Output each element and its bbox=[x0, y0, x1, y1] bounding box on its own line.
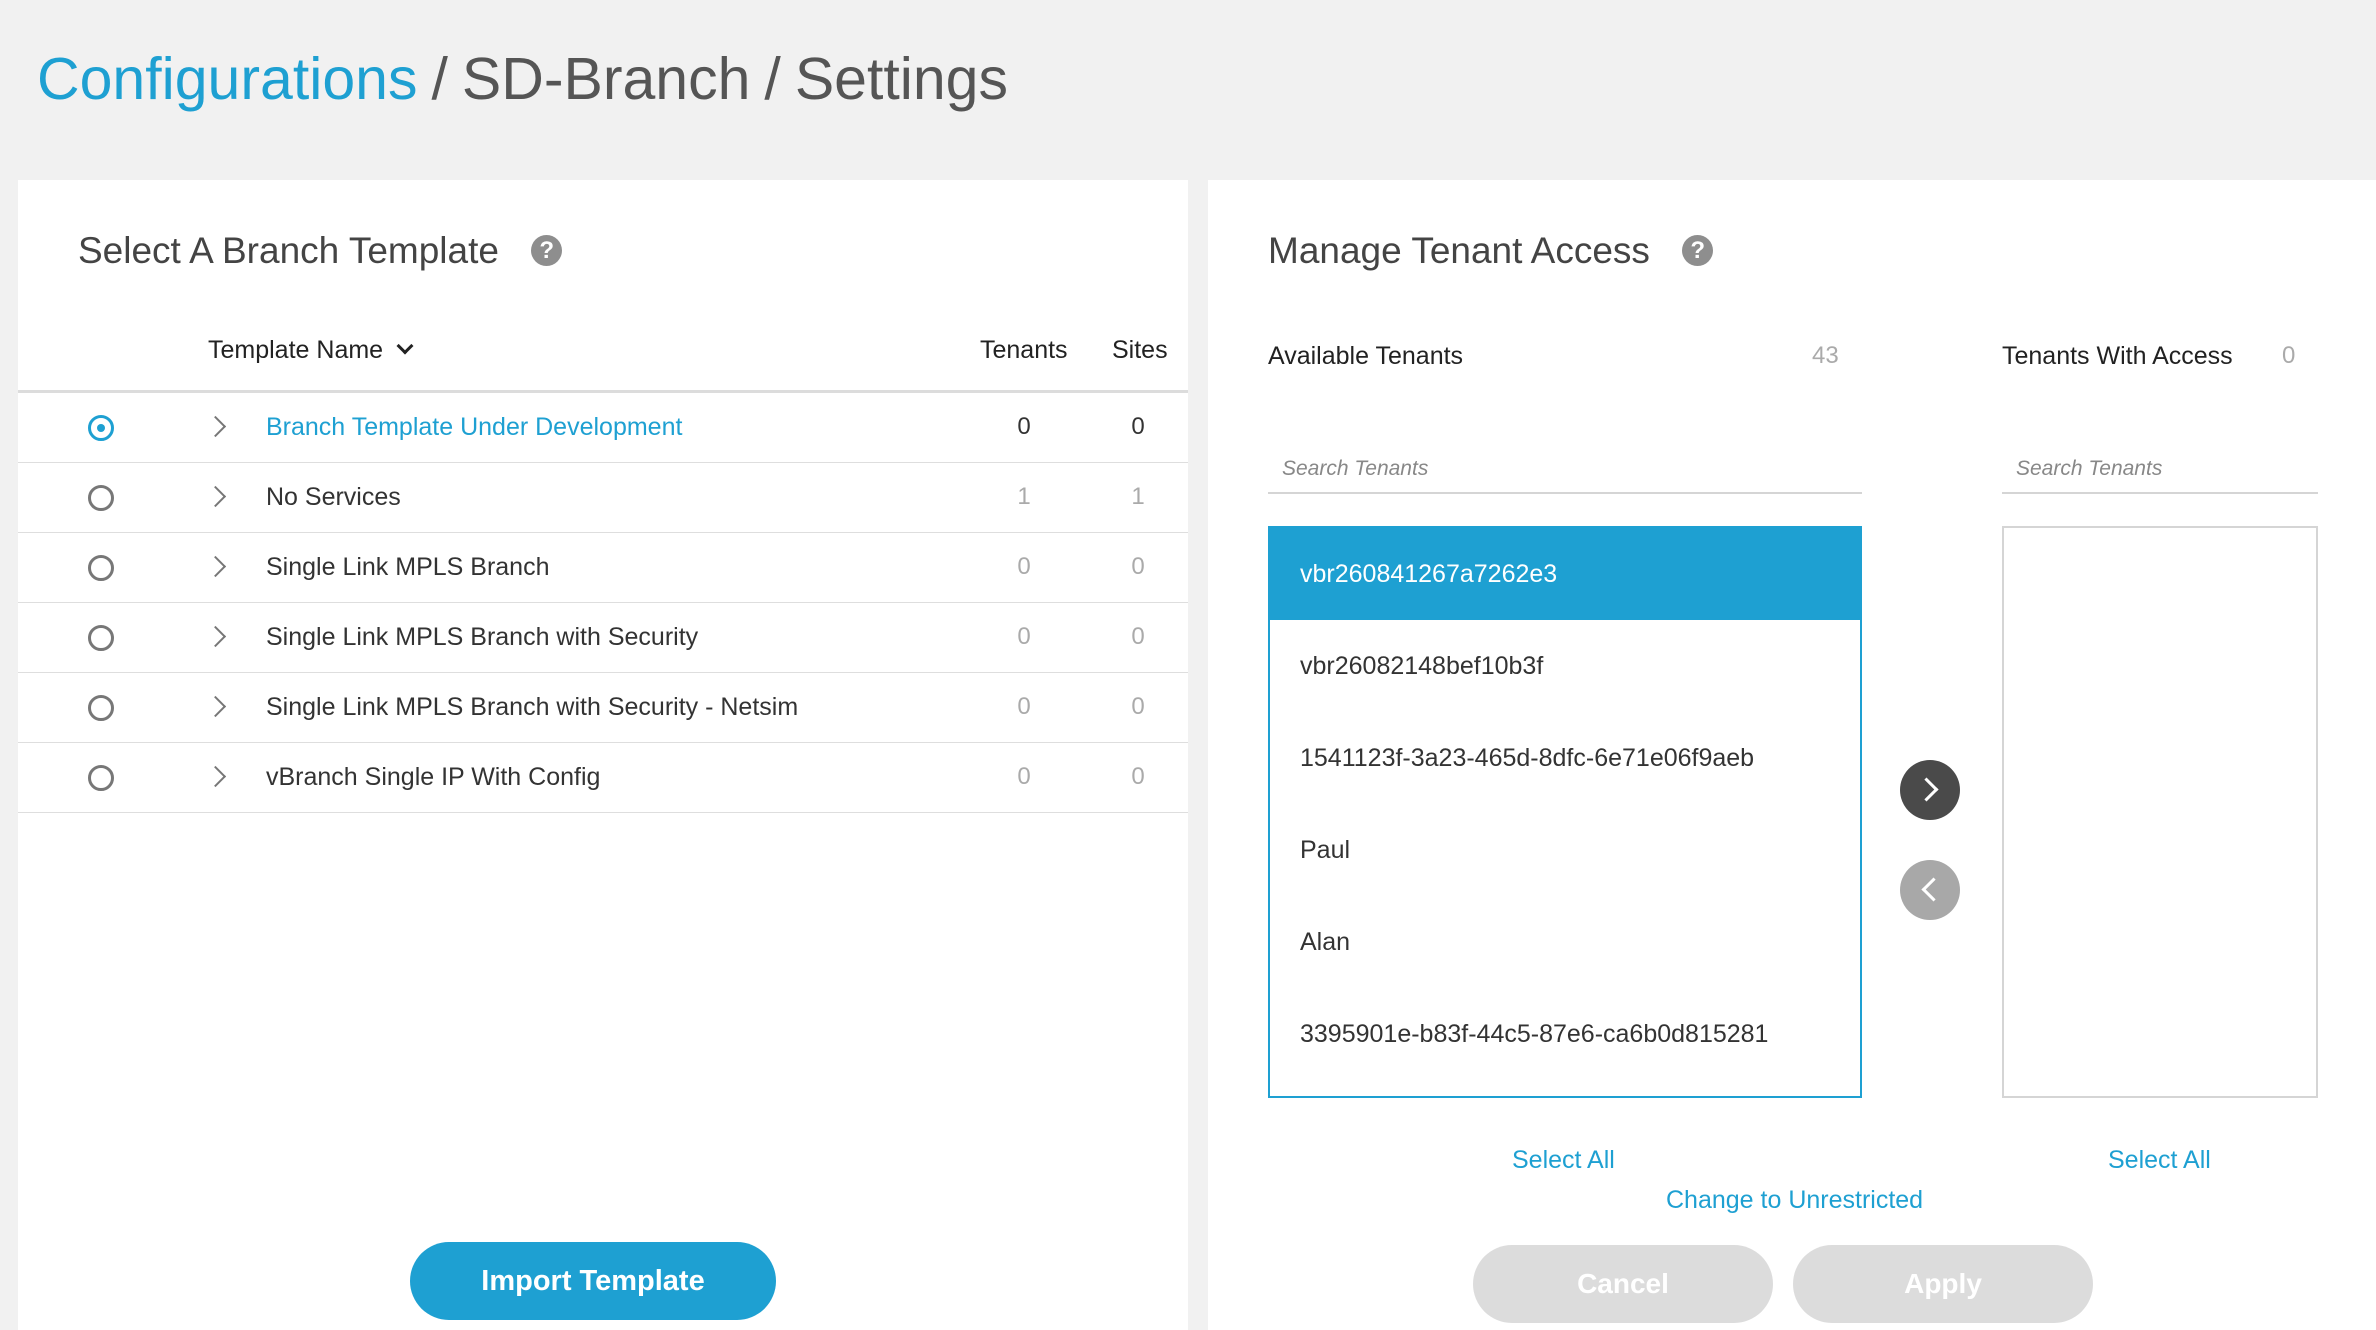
panel-title: Select A Branch Template ? bbox=[78, 230, 563, 272]
tenants-count: 0 bbox=[1017, 553, 1031, 580]
tenants-with-access-list[interactable] bbox=[2002, 526, 2318, 1098]
breadcrumb-separator: / bbox=[431, 46, 448, 112]
template-name: Single Link MPLS Branch bbox=[266, 553, 550, 581]
breadcrumb-configurations-link[interactable]: Configurations bbox=[37, 46, 417, 112]
breadcrumb-sd-branch: SD-Branch bbox=[461, 46, 751, 112]
template-radio[interactable] bbox=[88, 415, 114, 441]
table-row[interactable]: Single Link MPLS Branch with Security - … bbox=[18, 673, 1188, 743]
template-radio[interactable] bbox=[88, 485, 114, 511]
page-title: Settings bbox=[794, 46, 1008, 112]
chevron-down-icon bbox=[396, 337, 414, 355]
chevron-right-icon bbox=[1914, 777, 1939, 802]
template-table-body: Branch Template Under Development 0 0 No… bbox=[18, 393, 1188, 813]
table-row[interactable]: Branch Template Under Development 0 0 bbox=[18, 393, 1188, 463]
sites-count: 0 bbox=[1131, 623, 1145, 650]
tenants-count: 1 bbox=[1017, 483, 1031, 510]
template-name: Single Link MPLS Branch with Security - … bbox=[266, 693, 799, 721]
table-row[interactable]: vBranch Single IP With Config 0 0 bbox=[18, 743, 1188, 813]
available-tenants-search-input[interactable] bbox=[1268, 446, 1862, 494]
chevron-right-icon[interactable] bbox=[204, 485, 227, 508]
template-name: Single Link MPLS Branch with Security bbox=[266, 623, 699, 651]
change-to-unrestricted-link[interactable]: Change to Unrestricted bbox=[1666, 1186, 1923, 1215]
chevron-left-icon bbox=[1921, 877, 1946, 902]
cancel-button[interactable]: Cancel bbox=[1473, 1245, 1773, 1323]
template-panel-title: Select A Branch Template bbox=[78, 230, 499, 271]
available-tenants-heading: Available Tenants bbox=[1268, 342, 1464, 370]
tenants-count: 0 bbox=[1017, 413, 1031, 440]
column-template-name: Template Name bbox=[208, 336, 384, 364]
chevron-right-icon[interactable] bbox=[204, 415, 227, 438]
sites-count: 0 bbox=[1131, 413, 1145, 440]
table-row[interactable]: No Services 1 1 bbox=[18, 463, 1188, 533]
sites-count: 0 bbox=[1131, 763, 1145, 790]
tenants-count: 0 bbox=[1017, 693, 1031, 720]
list-item[interactable]: 3395901e-b83f-44c5-87e6-ca6b0d815281 bbox=[1270, 988, 1860, 1080]
template-name: No Services bbox=[266, 483, 401, 511]
chevron-right-icon[interactable] bbox=[204, 695, 227, 718]
list-item[interactable]: Paul bbox=[1270, 804, 1860, 896]
tenant-panel-title: Manage Tenant Access bbox=[1268, 230, 1650, 271]
breadcrumb: Configurations / SD-Branch / Settings bbox=[37, 38, 1008, 120]
tenants-count: 0 bbox=[1017, 763, 1031, 790]
available-tenants-list[interactable]: vbr260841267a7262e3 vbr26082148bef10b3f … bbox=[1268, 526, 1862, 1098]
table-header: Template Name Tenants Sites bbox=[18, 336, 1188, 372]
select-all-access-link[interactable]: Select All bbox=[2108, 1146, 2211, 1175]
sort-template-name[interactable]: Template Name bbox=[208, 336, 414, 365]
tenants-with-access-heading: Tenants With Access bbox=[2002, 342, 2233, 370]
template-name: vBranch Single IP With Config bbox=[266, 763, 601, 791]
list-item[interactable]: 1541123f-3a23-465d-8dfc-6e71e06f9aeb bbox=[1270, 712, 1860, 804]
template-radio[interactable] bbox=[88, 695, 114, 721]
chevron-right-icon[interactable] bbox=[204, 765, 227, 788]
question-circle-icon[interactable]: ? bbox=[1682, 234, 1714, 266]
move-left-button[interactable] bbox=[1900, 860, 1960, 920]
tenants-count: 0 bbox=[1017, 623, 1031, 650]
chevron-right-icon[interactable] bbox=[204, 555, 227, 578]
branch-template-panel: Select A Branch Template ? Template Name… bbox=[18, 180, 1188, 1330]
sites-count: 0 bbox=[1131, 693, 1145, 720]
template-radio[interactable] bbox=[88, 765, 114, 791]
tenant-access-panel: Manage Tenant Access ? Available Tenants… bbox=[1208, 180, 2376, 1330]
move-right-button[interactable] bbox=[1900, 760, 1960, 820]
import-template-button[interactable]: Import Template bbox=[410, 1242, 776, 1320]
question-circle-icon[interactable]: ? bbox=[531, 234, 563, 266]
chevron-right-icon[interactable] bbox=[204, 625, 227, 648]
column-tenants: Tenants bbox=[980, 336, 1068, 364]
breadcrumb-separator: / bbox=[764, 46, 781, 112]
list-item[interactable]: vbr26082148bef10b3f bbox=[1270, 620, 1860, 712]
list-item[interactable]: vbr260841267a7262e3 bbox=[1270, 528, 1860, 620]
template-name[interactable]: Branch Template Under Development bbox=[266, 413, 682, 442]
apply-button[interactable]: Apply bbox=[1793, 1245, 2093, 1323]
sites-count: 1 bbox=[1131, 483, 1145, 510]
sites-count: 0 bbox=[1131, 553, 1145, 580]
access-tenants-search-input[interactable] bbox=[2002, 446, 2318, 494]
table-row[interactable]: Single Link MPLS Branch with Security 0 … bbox=[18, 603, 1188, 673]
template-radio[interactable] bbox=[88, 555, 114, 581]
tenants-with-access-count: 0 bbox=[2282, 342, 2296, 369]
available-tenants-count: 43 bbox=[1812, 342, 1839, 369]
column-sites: Sites bbox=[1112, 336, 1168, 364]
table-row[interactable]: Single Link MPLS Branch 0 0 bbox=[18, 533, 1188, 603]
select-all-available-link[interactable]: Select All bbox=[1512, 1146, 1615, 1175]
template-radio[interactable] bbox=[88, 625, 114, 651]
list-item[interactable]: Alan bbox=[1270, 896, 1860, 988]
panel-title: Manage Tenant Access ? bbox=[1268, 230, 1714, 272]
